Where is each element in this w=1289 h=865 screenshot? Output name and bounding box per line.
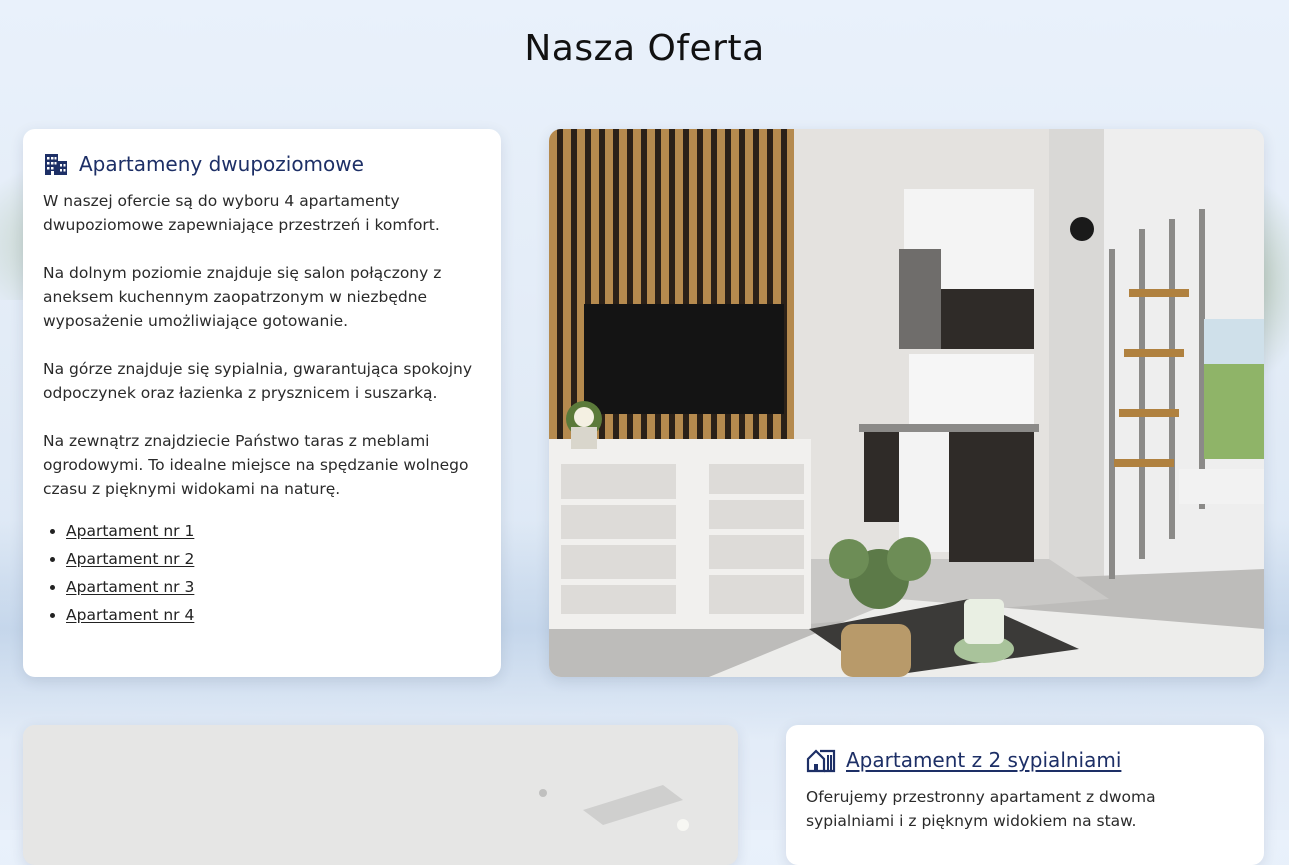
list-item: Apartament nr 2 [66, 545, 481, 573]
page-title: Nasza Oferta [524, 28, 765, 69]
list-item: Apartament nr 4 [66, 601, 481, 629]
offer-card-duplex: Apartameny dwupoziomowe W naszej ofercie… [23, 129, 501, 677]
building-icon [43, 151, 69, 177]
offer-paragraph: Na zewnątrz znajdziecie Państwo taras z … [43, 432, 469, 498]
apartment-link-1[interactable]: Apartament nr 1 [66, 522, 194, 540]
offer-card-header: Apartament z 2 sypialniami [806, 747, 1244, 773]
offer-title-link[interactable]: Apartament z 2 sypialniami [846, 748, 1121, 772]
apartment-link-4[interactable]: Apartament nr 4 [66, 606, 194, 624]
offer-card-header: Apartameny dwupoziomowe [43, 151, 481, 177]
apartment-link-2[interactable]: Apartament nr 2 [66, 550, 194, 568]
list-item: Apartament nr 3 [66, 573, 481, 601]
house-icon [806, 747, 836, 773]
list-item: Apartament nr 1 [66, 517, 481, 545]
apartment-bedroom-photo [23, 725, 738, 865]
apartment-link-3[interactable]: Apartament nr 3 [66, 578, 194, 596]
offer-paragraph: W naszej ofercie są do wyboru 4 apartame… [43, 192, 440, 234]
offer-paragraph: Na górze znajduje się sypialnia, gwarant… [43, 360, 473, 402]
offer-title: Apartameny dwupoziomowe [79, 152, 364, 176]
offer-paragraph: Na dolnym poziomie znajduje się salon po… [43, 264, 442, 330]
apartment-interior-photo [549, 129, 1264, 677]
offer-paragraph: Oferujemy przestronny apartament z dwoma… [806, 788, 1156, 830]
offer-card-two-bedroom: Apartament z 2 sypialniami Oferujemy prz… [786, 725, 1264, 865]
apartment-list: Apartament nr 1 Apartament nr 2 Apartame… [43, 517, 481, 629]
